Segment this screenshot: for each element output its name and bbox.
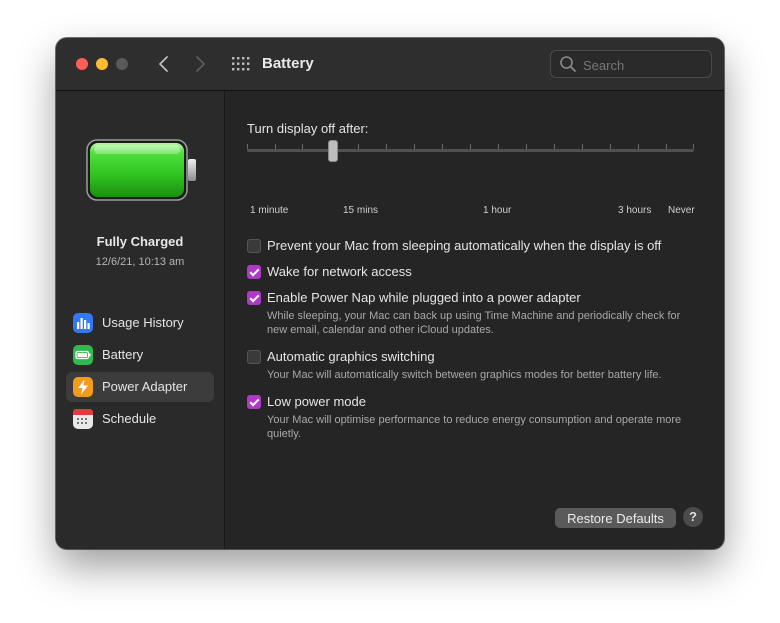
graphics-switching-checkbox[interactable]: [247, 350, 261, 364]
slider-tick: [582, 144, 583, 149]
help-button[interactable]: ?: [683, 507, 703, 527]
option-label: Automatic graphics switching: [267, 349, 435, 364]
sidebar-item-schedule[interactable]: Schedule: [66, 404, 214, 434]
show-all-button[interactable]: [232, 56, 250, 72]
option-description: Your Mac will optimise performance to re…: [267, 414, 682, 440]
sidebar-item-label: Battery: [102, 347, 144, 362]
main-panel: Turn display off after: 1 minute 15 mins…: [225, 91, 724, 549]
sidebar-item-label: Schedule: [102, 411, 157, 426]
battery-status-title: Fully Charged: [96, 234, 184, 249]
slider-tick: [470, 144, 471, 149]
option-label: Enable Power Nap while plugged into a po…: [267, 290, 581, 305]
tick-label-1-minute: 1 minute: [250, 205, 289, 216]
back-button[interactable]: [153, 53, 175, 75]
sidebar-item-usage-history[interactable]: Usage History: [66, 308, 214, 338]
slider-tick: [666, 144, 667, 149]
display-off-label: Turn display off after:: [247, 121, 369, 136]
slider-tick: [414, 144, 415, 149]
slider-thumb[interactable]: [328, 140, 338, 162]
forward-button[interactable]: [189, 53, 211, 75]
tick-label-3-hours: 3 hours: [618, 205, 652, 216]
slider-tick: [358, 144, 359, 149]
slider-tick: [693, 144, 694, 149]
slider-tick: [442, 144, 443, 149]
tick-label-1-hour: 1 hour: [483, 205, 512, 216]
slider-tick: [526, 144, 527, 149]
sidebar: Fully Charged 12/6/21, 10:13 am Usage Hi…: [56, 91, 225, 549]
wake-network-checkbox[interactable]: [247, 265, 261, 279]
slider-tick: [554, 144, 555, 149]
slider-tick: [610, 144, 611, 149]
slider-tick: [275, 144, 276, 149]
tick-label-15-mins: 15 mins: [343, 205, 379, 216]
option-label: Low power mode: [267, 394, 366, 409]
zoom-button[interactable]: [116, 58, 128, 70]
sidebar-item-battery[interactable]: Battery: [66, 340, 214, 370]
search-input[interactable]: [581, 54, 705, 76]
slider-tick: [302, 144, 303, 149]
chevron-right-icon: [196, 56, 205, 72]
grid-icon: [232, 57, 250, 71]
restore-defaults-button[interactable]: Restore Defaults: [555, 508, 676, 528]
option-description: Your Mac will automatically switch betwe…: [267, 369, 662, 381]
battery-level-icon: [86, 139, 196, 201]
preferences-window: Battery Search Fully Charged 12/6/21, 10…: [56, 38, 724, 549]
slider-tick: [386, 144, 387, 149]
slider-tick: [498, 144, 499, 149]
tick-label-never: Never: [668, 205, 695, 216]
option-label: Prevent your Mac from sleeping automatic…: [267, 238, 662, 253]
slider-tick: [638, 144, 639, 149]
slider-tick: [247, 144, 248, 149]
window-title: Battery: [262, 55, 314, 72]
battery-icon: [73, 345, 93, 365]
search-icon: [560, 56, 576, 72]
bar-chart-icon: [73, 313, 93, 333]
close-button[interactable]: [76, 58, 88, 70]
sidebar-item-power-adapter[interactable]: Power Adapter: [66, 372, 214, 402]
calendar-icon: [73, 409, 93, 429]
minimize-button[interactable]: [96, 58, 108, 70]
power-nap-checkbox[interactable]: [247, 291, 261, 305]
sidebar-item-label: Usage History: [102, 315, 184, 330]
low-power-checkbox[interactable]: [247, 395, 261, 409]
title-bar: Battery: [56, 38, 724, 91]
battery-status-time: 12/6/21, 10:13 am: [95, 256, 185, 268]
sidebar-item-label: Power Adapter: [102, 379, 188, 394]
search-field[interactable]: [550, 50, 712, 78]
option-description: While sleeping, your Mac can back up usi…: [267, 310, 681, 336]
option-label: Wake for network access: [267, 264, 412, 279]
prevent-sleep-checkbox[interactable]: [247, 239, 261, 253]
slider-track: [247, 149, 694, 152]
display-off-slider[interactable]: [247, 139, 694, 163]
chevron-left-icon: [159, 56, 168, 72]
lightning-bolt-icon: [73, 377, 93, 397]
